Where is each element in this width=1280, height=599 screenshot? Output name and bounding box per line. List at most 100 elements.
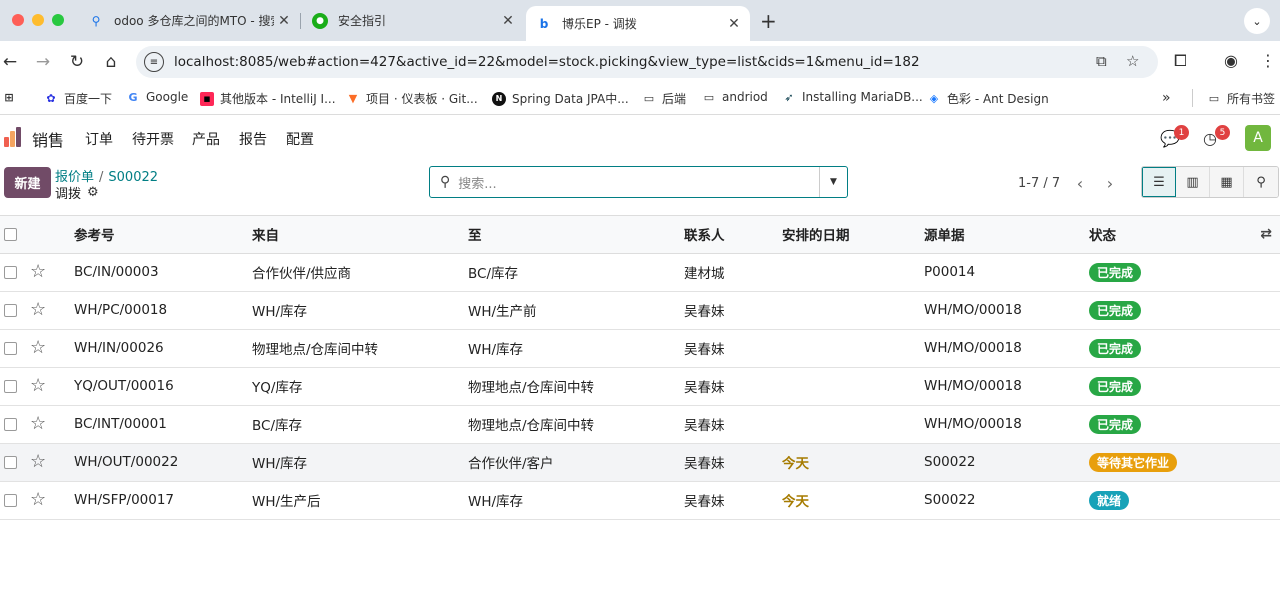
column-to[interactable]: 至 [468, 216, 684, 254]
priority-star-icon[interactable]: ☆ [30, 337, 46, 358]
pager-next-icon[interactable]: › [1096, 170, 1124, 196]
home-icon[interactable]: ⌂ [101, 52, 121, 72]
row-checkbox[interactable] [4, 303, 17, 317]
priority-star-icon[interactable]: ☆ [30, 489, 46, 510]
menu-to-invoice[interactable]: 待开票 [132, 129, 174, 149]
bookmark-antdesign[interactable]: ◈ 色彩 - Ant Design [927, 90, 1049, 107]
priority-star-icon[interactable]: ☆ [30, 299, 46, 320]
menu-products[interactable]: 产品 [192, 129, 220, 149]
row-checkbox[interactable] [4, 379, 17, 393]
optional-columns-icon[interactable]: ⇄ [1244, 216, 1280, 254]
row-checkbox[interactable] [4, 265, 17, 279]
minimize-window-button[interactable] [32, 14, 44, 26]
column-contact[interactable]: 联系人 [684, 216, 782, 254]
cell-source-document: WH/MO/00018 [924, 405, 1089, 444]
status-badge: 等待其它作业 [1089, 452, 1178, 472]
list-view-icon[interactable]: ☰ [1142, 167, 1176, 197]
window-controls [12, 14, 64, 26]
calendar-view-icon[interactable]: ▦ [1210, 167, 1244, 197]
pager-previous-icon[interactable]: ‹ [1066, 170, 1094, 196]
column-from[interactable]: 来自 [252, 216, 468, 254]
more-menu-icon[interactable]: ⋮ [1260, 51, 1276, 70]
close-tab-icon[interactable]: ✕ [274, 13, 294, 29]
bookmark-google[interactable]: G Google [126, 90, 188, 104]
pager-value[interactable]: 1-7 / 7 [1018, 176, 1060, 191]
cell-to: WH/生产前 [468, 291, 684, 330]
row-checkbox[interactable] [4, 493, 17, 507]
priority-star-icon[interactable]: ☆ [30, 375, 46, 396]
priority-star-icon[interactable]: ☆ [30, 451, 46, 472]
cell-from: WH/库存 [252, 443, 468, 482]
table-row[interactable]: ☆ WH/PC/00018 WH/库存 WH/生产前 吴春妹 WH/MO/00018 已完成 [0, 291, 1280, 330]
tab-search-icon[interactable]: ⌄ [1244, 8, 1270, 34]
gear-icon[interactable]: ⚙ [87, 185, 99, 200]
new-button[interactable]: 新建 [4, 167, 51, 198]
breadcrumb-order[interactable]: S00022 [108, 170, 158, 185]
column-scheduled-date[interactable]: 安排的日期 [782, 216, 924, 254]
close-tab-icon[interactable]: ✕ [724, 16, 744, 32]
new-tab-icon[interactable]: + [760, 9, 777, 33]
table-row[interactable]: ☆ BC/INT/00001 BC/库存 物理地点/仓库间中转 吴春妹 WH/MO/000… [0, 405, 1280, 444]
baidu-icon: ✿ [46, 92, 56, 105]
priority-star-icon[interactable]: ☆ [30, 261, 46, 282]
url-text[interactable]: localhost:8085/web#action=427&active_id=… [174, 54, 920, 70]
kanban-view-icon[interactable]: ▥ [1176, 167, 1210, 197]
table-row[interactable]: ☆ WH/IN/00026 物理地点/仓库间中转 WH/库存 吴春妹 WH/MO/0001… [0, 329, 1280, 368]
table-row[interactable]: ☆ YQ/OUT/00016 YQ/库存 物理地点/仓库间中转 吴春妹 WH/MO/000… [0, 367, 1280, 406]
table-row[interactable]: ☆ WH/SFP/00017 WH/生产后 WH/库存 吴春妹 今天 S00022 就绪 [0, 481, 1280, 520]
extensions-icon[interactable]: ⧠ [1174, 51, 1187, 71]
browser-tab-strip: ⚲ odoo 多仓库之间的MTO - 搜索 ✕ ● 安全指引 ✕ b 博乐EP … [0, 0, 1280, 41]
bookmark-spring[interactable]: N Spring Data JPA中... [492, 90, 629, 107]
menu-configuration[interactable]: 配置 [286, 129, 314, 149]
bookmark-folder-backend[interactable]: ▭ 后端 [642, 90, 686, 107]
close-tab-icon[interactable]: ✕ [498, 13, 518, 29]
column-status[interactable]: 状态 [1089, 216, 1244, 254]
table-row[interactable]: ☆ BC/IN/00003 合作伙伴/供应商 BC/库存 建材城 P00014 已完成 [0, 253, 1280, 292]
status-badge: 已完成 [1089, 262, 1142, 282]
forward-arrow-icon[interactable]: → [33, 52, 53, 72]
row-checkbox[interactable] [4, 455, 17, 469]
row-checkbox[interactable] [4, 417, 17, 431]
antdesign-icon: ◈ [929, 92, 939, 105]
notion-icon: N [492, 91, 506, 106]
cell-contact: 吴春妹 [684, 291, 782, 330]
browser-tab-active[interactable]: b 博乐EP - 调拨 ✕ [526, 6, 750, 41]
site-info-icon[interactable]: ≡ [144, 52, 164, 72]
bookmark-mariadb[interactable]: ➶ Installing MariaDB... [782, 90, 922, 104]
avatar[interactable]: A [1245, 125, 1271, 151]
column-source-document[interactable]: 源单据 [924, 216, 1089, 254]
close-window-button[interactable] [12, 14, 24, 26]
search-options-toggle-icon[interactable]: ▼ [819, 167, 847, 197]
bookmark-intellij[interactable]: ▪ 其他版本 - IntelliJ I... [200, 90, 336, 107]
column-reference[interactable]: 参考号 [74, 216, 252, 254]
all-bookmarks-folder[interactable]: ▭ 所有书签 [1207, 90, 1275, 107]
address-bar[interactable]: ≡ localhost:8085/web#action=427&active_i… [136, 46, 1158, 78]
row-checkbox[interactable] [4, 341, 17, 355]
map-view-icon[interactable]: ⚲ [1244, 167, 1278, 197]
browser-tab-search[interactable]: ⚲ odoo 多仓库之间的MTO - 搜索 ✕ [78, 6, 300, 35]
app-name[interactable]: 销售 [32, 127, 64, 151]
profile-icon[interactable]: ◉ [1224, 51, 1238, 70]
sales-app-icon[interactable] [4, 127, 21, 147]
reload-icon[interactable]: ↻ [67, 52, 87, 72]
back-arrow-icon[interactable]: ← [0, 52, 20, 72]
bookmark-baidu[interactable]: ✿ 百度一下 [44, 90, 112, 107]
bookmark-star-icon[interactable]: ☆ [1126, 52, 1139, 70]
more-bookmarks-icon[interactable]: » [1162, 90, 1171, 106]
priority-star-icon[interactable]: ☆ [30, 413, 46, 434]
browser-tab-security[interactable]: ● 安全指引 ✕ [302, 6, 524, 35]
select-all-checkbox[interactable] [4, 227, 17, 241]
maximize-window-button[interactable] [52, 14, 64, 26]
table-row[interactable]: ☆ WH/OUT/00022 WH/库存 合作伙伴/客户 吴春妹 今天 S00022 等待其它… [0, 443, 1280, 482]
search-input[interactable]: 搜索... [458, 173, 819, 192]
tab-title: 博乐EP - 调拨 [562, 17, 637, 31]
bookmark-folder-android[interactable]: ▭ andriod [702, 90, 768, 104]
cell-scheduled-date [782, 329, 924, 368]
bookmark-gitlab[interactable]: ▼ 项目 · 仪表板 · Git... [346, 90, 478, 107]
menu-orders[interactable]: 订单 [85, 129, 113, 149]
apps-grid-icon[interactable]: ⊞ [2, 90, 22, 104]
install-app-icon[interactable]: ⧉ [1096, 52, 1107, 70]
cell-reference: WH/OUT/00022 [74, 443, 252, 482]
menu-reporting[interactable]: 报告 [239, 129, 267, 149]
status-badge: 已完成 [1089, 300, 1142, 320]
